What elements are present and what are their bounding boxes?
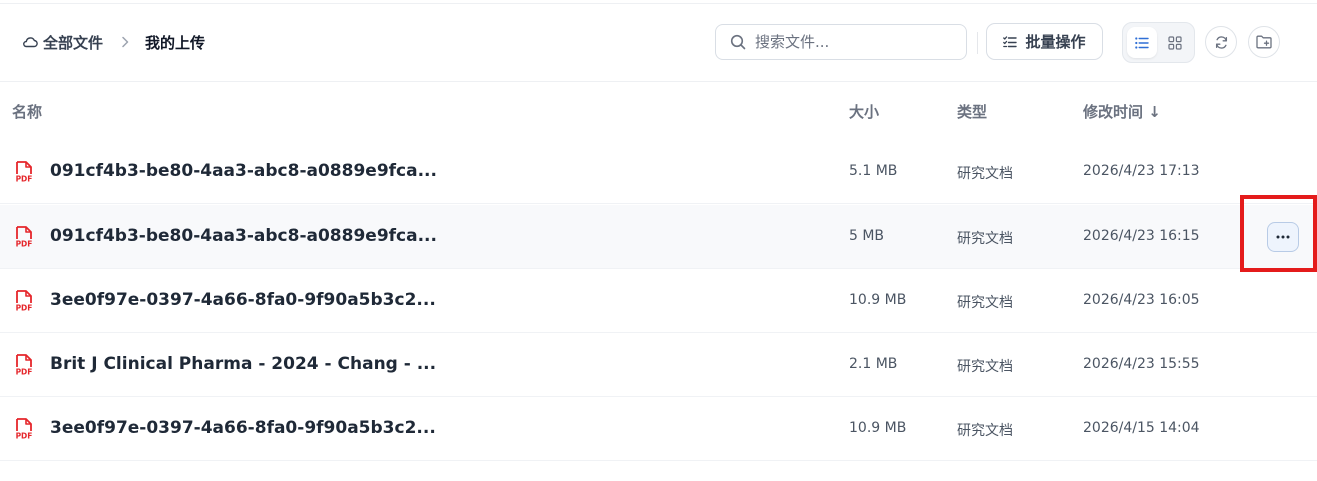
list-view-button[interactable]	[1127, 27, 1157, 58]
search-input[interactable]	[755, 33, 955, 51]
file-name[interactable]: 3ee0f97e-0397-4a66-8fa0-9f90a5b3c2...	[50, 418, 436, 438]
file-size: 5.1 MB	[849, 163, 898, 179]
pdf-icon-text: PDF	[16, 432, 33, 441]
file-name[interactable]: 3ee0f97e-0397-4a66-8fa0-9f90a5b3c2...	[50, 290, 436, 310]
refresh-button[interactable]	[1205, 26, 1237, 58]
file-modified: 2026/4/23 17:13	[1083, 163, 1200, 179]
refresh-icon	[1215, 35, 1227, 49]
breadcrumb-root[interactable]: 全部文件	[22, 32, 103, 53]
toolbar-divider	[977, 32, 978, 54]
table-row[interactable]: PDF 091cf4b3-be80-4aa3-abc8-a0889e9fca...…	[0, 205, 1317, 269]
file-modified: 2026/4/23 16:05	[1083, 292, 1200, 308]
file-modified: 2026/4/23 15:55	[1083, 356, 1200, 372]
file-modified: 2026/4/15 14:04	[1083, 420, 1200, 436]
file-type: 研究文档	[957, 423, 1013, 439]
new-folder-icon	[1256, 35, 1272, 49]
pdf-icon-text: PDF	[16, 304, 33, 313]
breadcrumb-current: 我的上传	[145, 33, 206, 52]
file-type: 研究文档	[957, 359, 1013, 375]
file-type: 研究文档	[957, 166, 1013, 182]
column-header-modified[interactable]: 修改时间 ↓	[1083, 101, 1161, 122]
pdf-icon: PDF	[14, 290, 34, 316]
pdf-icon: PDF	[14, 226, 34, 252]
table-header: 名称 大小 类型 修改时间 ↓	[0, 82, 1317, 140]
table-row[interactable]: PDF 3ee0f97e-0397-4a66-8fa0-9f90a5b3c2...…	[0, 269, 1317, 333]
file-type: 研究文档	[957, 231, 1013, 247]
list-view-icon	[1134, 36, 1149, 49]
batch-operation-label: 批量操作	[1025, 33, 1086, 51]
pdf-icon: PDF	[14, 354, 34, 380]
batch-operation-button[interactable]: 批量操作	[986, 23, 1103, 60]
pdf-icon-text: PDF	[16, 175, 33, 184]
view-toggle	[1122, 22, 1195, 63]
breadcrumb: 全部文件 我的上传	[22, 31, 205, 53]
grid-view-button[interactable]	[1161, 27, 1191, 58]
file-name[interactable]: Brit J Clinical Pharma - 2024 - Chang - …	[50, 354, 436, 374]
file-type: 研究文档	[957, 295, 1013, 311]
chevron-right-icon	[121, 36, 129, 48]
search-box[interactable]	[715, 24, 967, 60]
breadcrumb-root-label: 全部文件	[43, 33, 104, 52]
new-folder-button[interactable]	[1248, 26, 1280, 58]
table-row[interactable]: PDF 091cf4b3-be80-4aa3-abc8-a0889e9fca...…	[0, 140, 1317, 204]
pdf-icon: PDF	[14, 161, 34, 187]
file-name[interactable]: 091cf4b3-be80-4aa3-abc8-a0889e9fca...	[50, 226, 437, 246]
file-modified: 2026/4/23 16:15	[1083, 228, 1200, 244]
file-size: 2.1 MB	[849, 356, 898, 372]
file-name[interactable]: 091cf4b3-be80-4aa3-abc8-a0889e9fca...	[50, 161, 437, 181]
file-size: 10.9 MB	[849, 292, 907, 308]
toolbar: 全部文件 我的上传 批量操作	[0, 4, 1317, 82]
pdf-icon-text: PDF	[16, 240, 33, 249]
checklist-icon	[1003, 35, 1018, 47]
file-size: 5 MB	[849, 228, 885, 244]
pdf-icon-text: PDF	[16, 368, 33, 377]
file-size: 10.9 MB	[849, 420, 907, 436]
table-row[interactable]: PDF 3ee0f97e-0397-4a66-8fa0-9f90a5b3c2...…	[0, 397, 1317, 461]
column-header-name[interactable]: 名称	[12, 101, 42, 122]
cloud-icon	[23, 37, 38, 48]
grid-view-icon	[1168, 35, 1182, 50]
table-row[interactable]: PDF Brit J Clinical Pharma - 2024 - Chang…	[0, 333, 1317, 397]
column-header-size[interactable]: 大小	[849, 101, 879, 122]
highlight-box	[1240, 195, 1317, 272]
search-icon	[730, 34, 746, 50]
pdf-icon: PDF	[14, 418, 34, 444]
column-header-type[interactable]: 类型	[957, 101, 987, 122]
